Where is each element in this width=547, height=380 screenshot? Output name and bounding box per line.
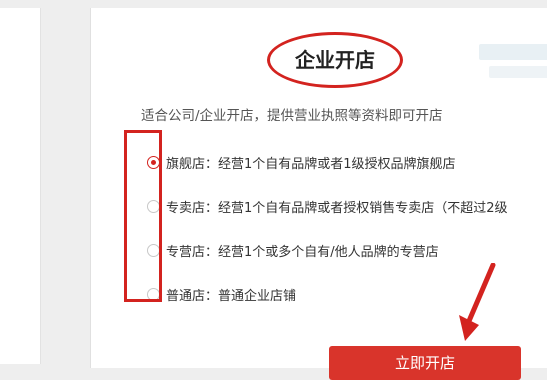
annotation-arrow-icon [459,263,496,341]
open-store-button[interactable]: 立即开店 [329,346,521,380]
blurred-watermark-2 [489,66,547,78]
option-flagship[interactable]: 旗舰店：经营1个自有品牌或者1级授权品牌旗舰店 [121,142,547,182]
left-side-panel [0,8,41,364]
option-label: 旗舰店：经营1个自有品牌或者1级授权品牌旗舰店 [166,157,456,172]
option-label: 专卖店：经营1个自有品牌或者授权销售专卖店（不超过2级 [166,201,508,216]
option-exclusive[interactable]: 专卖店：经营1个自有品牌或者授权销售专卖店（不超过2级 [121,186,547,226]
blurred-watermark [479,44,547,60]
page-title: 企业开店 [295,48,375,72]
option-label: 普通店：普通企业店铺 [166,289,297,304]
title-highlight-circle: 企业开店 [267,32,403,88]
option-label: 专营店：经营1个或多个自有/他人品牌的专营店 [166,245,439,260]
radio-highlight-box [124,130,162,302]
subtitle: 适合公司/企业开店，提供营业执照等资料即可开店 [141,108,443,124]
